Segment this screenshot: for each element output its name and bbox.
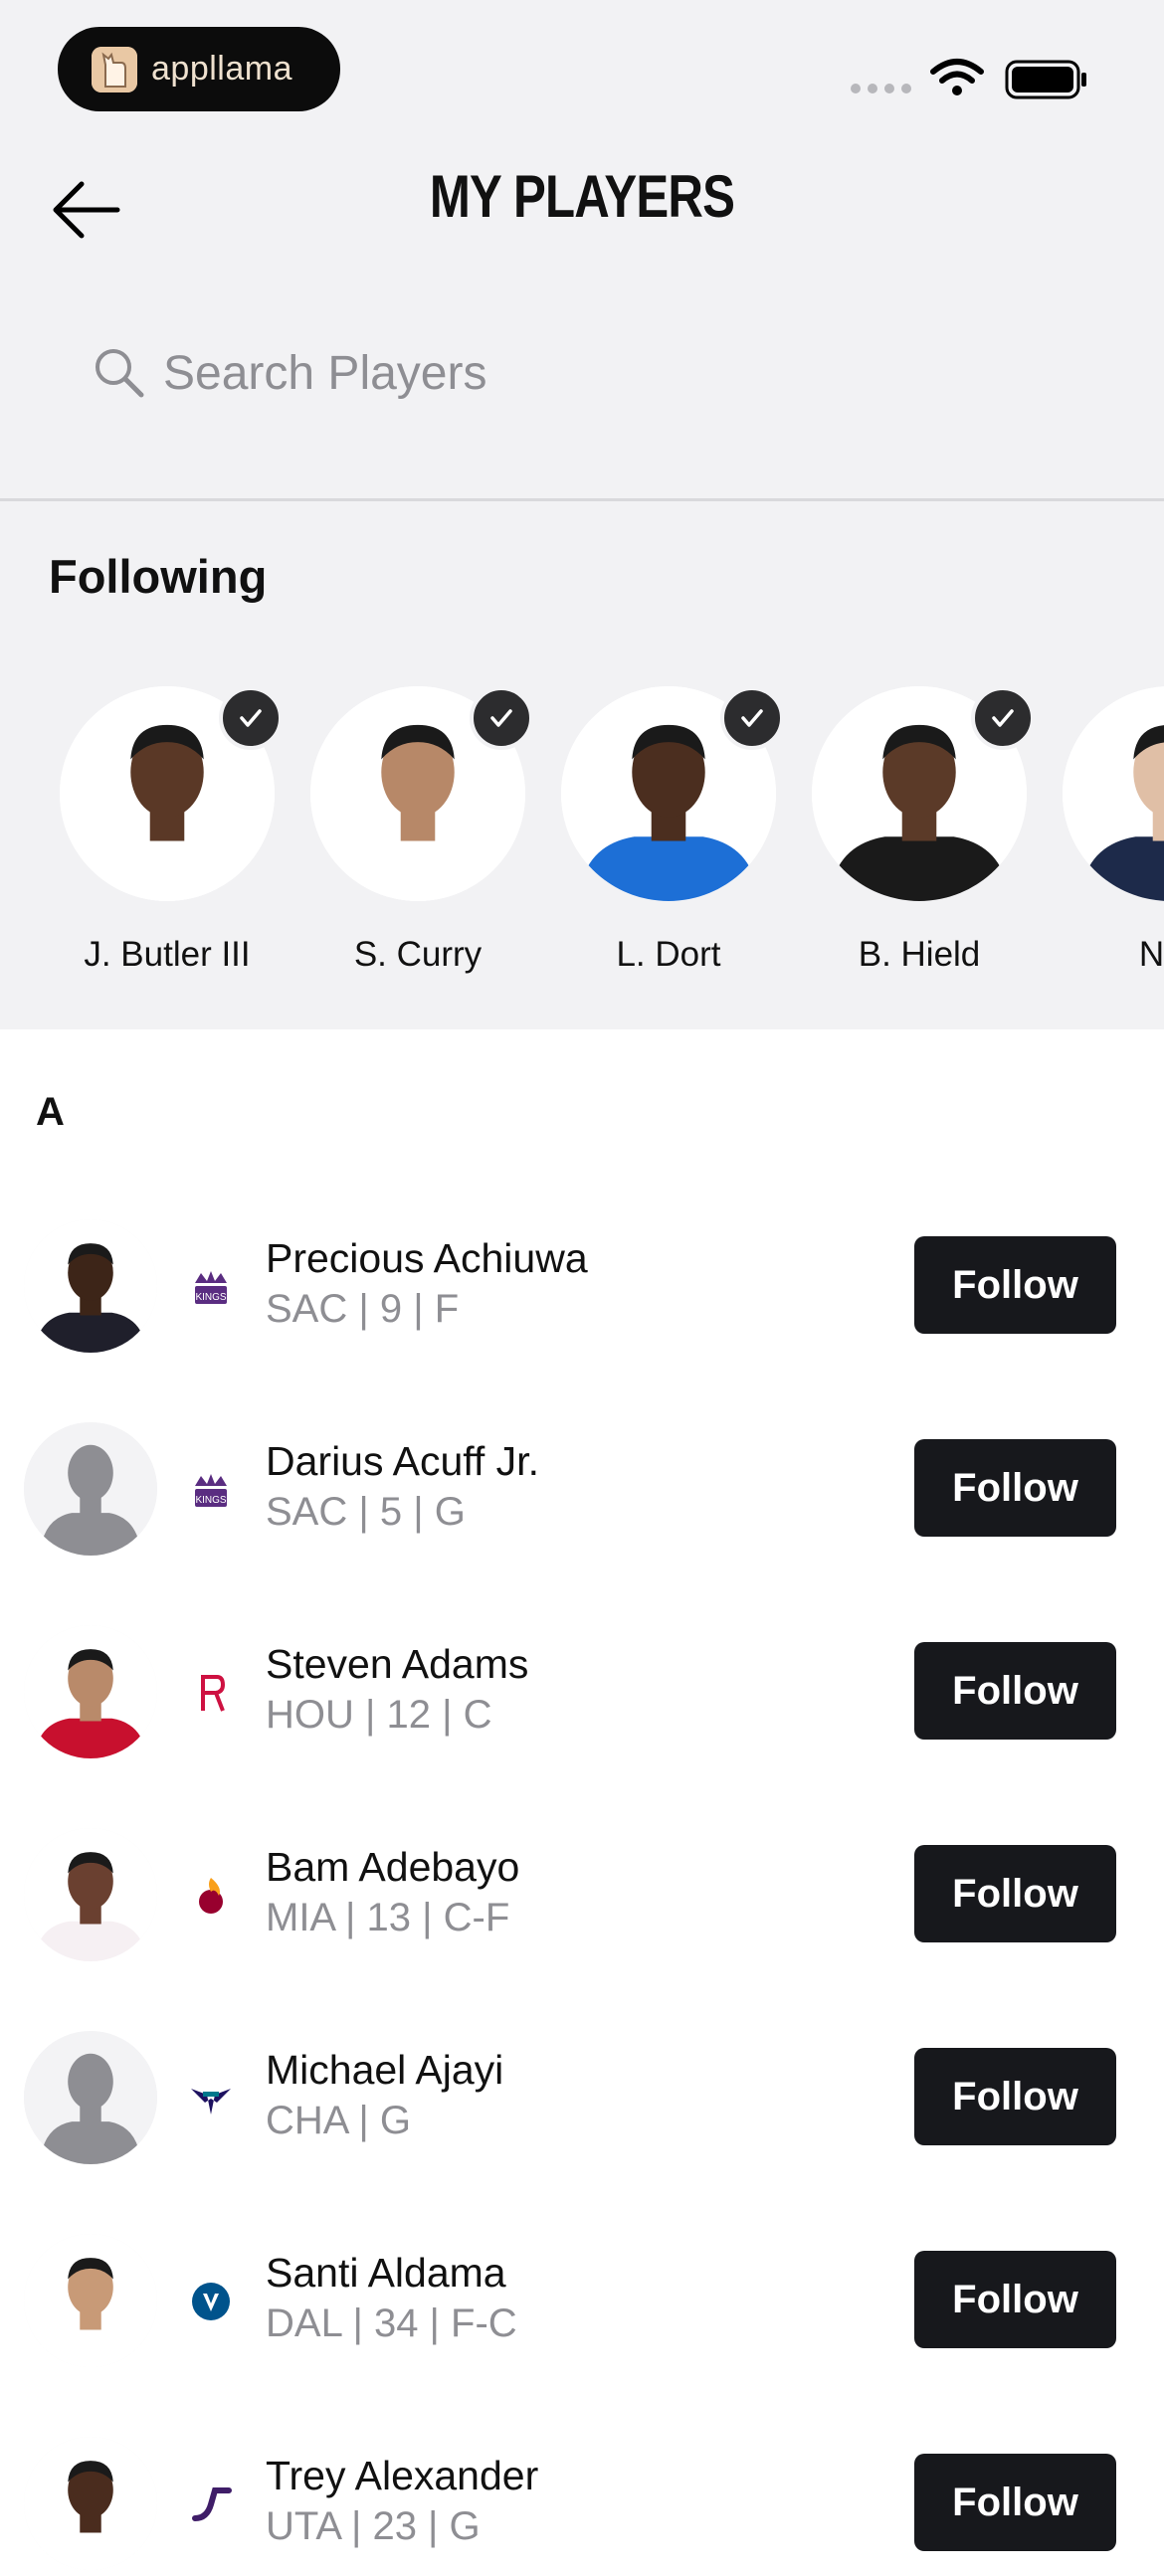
search-icon bbox=[96, 349, 144, 398]
follow-button[interactable]: Follow bbox=[914, 2251, 1116, 2348]
avatar bbox=[24, 2234, 157, 2367]
player-meta: SAC | 9 | F bbox=[266, 1287, 460, 1331]
player-name: Santi Aldama bbox=[266, 2250, 506, 2296]
app-badge-label: appllama bbox=[151, 50, 292, 88]
section-letter: A bbox=[36, 1090, 65, 1134]
svg-text:KINGS: KINGS bbox=[195, 1495, 226, 1506]
avatar bbox=[24, 2437, 157, 2570]
follow-button[interactable]: Follow bbox=[914, 1642, 1116, 1740]
avatar bbox=[24, 1828, 157, 1961]
search-bar[interactable] bbox=[60, 328, 1094, 418]
follow-button[interactable]: Follow bbox=[914, 1236, 1116, 1334]
player-name: Precious Achiuwa bbox=[266, 1235, 588, 1281]
mavericks-logo-icon bbox=[187, 2278, 235, 2325]
search-divider bbox=[0, 498, 1164, 501]
following-player-name: L. Dort bbox=[616, 935, 721, 974]
following-carousel[interactable]: J. Butler III S. Curry L. Dort B. Hield … bbox=[0, 686, 1164, 995]
battery-icon bbox=[1005, 60, 1086, 99]
search-input[interactable] bbox=[161, 344, 961, 402]
follow-button[interactable]: Follow bbox=[914, 2048, 1116, 2145]
avatar bbox=[24, 1625, 157, 1758]
player-row[interactable]: Bam Adebayo MIA | 13 | C-F Follow bbox=[0, 1828, 1164, 1967]
wifi-icon bbox=[930, 59, 984, 95]
player-meta: MIA | 13 | C-F bbox=[266, 1896, 510, 1939]
player-meta: UTA | 23 | G bbox=[266, 2504, 481, 2548]
avatar bbox=[1063, 686, 1164, 901]
player-meta: SAC | 5 | G bbox=[266, 1490, 466, 1534]
following-label: Following bbox=[49, 550, 268, 603]
checkmark-icon bbox=[470, 686, 533, 750]
following-player-name: B. Hield bbox=[858, 935, 981, 974]
follow-button[interactable]: Follow bbox=[914, 2454, 1116, 2551]
heat-logo-icon bbox=[187, 1872, 235, 1920]
follow-button[interactable]: Follow bbox=[914, 1845, 1116, 1942]
avatar bbox=[24, 1219, 157, 1353]
page-title: MY PLAYERS bbox=[429, 163, 735, 230]
player-meta: DAL | 34 | F-C bbox=[266, 2301, 517, 2345]
player-meta: CHA | G bbox=[266, 2099, 411, 2142]
player-row[interactable]: KINGS Darius Acuff Jr. SAC | 5 | G Follow bbox=[0, 1422, 1164, 1562]
signal-dots-icon bbox=[851, 84, 911, 93]
following-player-name: S. Curry bbox=[353, 935, 483, 974]
checkmark-icon bbox=[720, 686, 784, 750]
avatar bbox=[24, 1422, 157, 1556]
following-player-name: N. J bbox=[1138, 935, 1164, 974]
player-name: Steven Adams bbox=[266, 1641, 529, 1687]
player-name: Michael Ajayi bbox=[266, 2047, 504, 2093]
rockets-logo-icon bbox=[187, 1669, 235, 1717]
player-name: Bam Adebayo bbox=[266, 1844, 520, 1890]
svg-text:KINGS: KINGS bbox=[195, 1292, 226, 1303]
avatar bbox=[24, 2031, 157, 2164]
follow-button[interactable]: Follow bbox=[914, 1439, 1116, 1537]
llama-logo-icon bbox=[92, 46, 137, 92]
player-row[interactable]: Trey Alexander UTA | 23 | G Follow bbox=[0, 2437, 1164, 2576]
jazz-logo-icon bbox=[187, 2481, 235, 2528]
kings-logo-icon: KINGS bbox=[187, 1466, 235, 1514]
checkmark-icon bbox=[219, 686, 283, 750]
player-row[interactable]: Santi Aldama DAL | 34 | F-C Follow bbox=[0, 2234, 1164, 2373]
player-meta: HOU | 12 | C bbox=[266, 1693, 492, 1737]
player-row[interactable]: Michael Ajayi CHA | G Follow bbox=[0, 2031, 1164, 2170]
player-row[interactable]: Steven Adams HOU | 12 | C Follow bbox=[0, 1625, 1164, 1764]
kings-logo-icon: KINGS bbox=[187, 1263, 235, 1311]
checkmark-icon bbox=[971, 686, 1035, 750]
player-name: Darius Acuff Jr. bbox=[266, 1438, 539, 1484]
hornets-logo-icon bbox=[187, 2075, 235, 2122]
following-player-name: J. Butler III bbox=[84, 935, 251, 974]
player-row[interactable]: KINGS Precious Achiuwa SAC | 9 | F Follow bbox=[0, 1219, 1164, 1359]
app-badge: appllama bbox=[58, 27, 340, 111]
player-name: Trey Alexander bbox=[266, 2453, 539, 2498]
